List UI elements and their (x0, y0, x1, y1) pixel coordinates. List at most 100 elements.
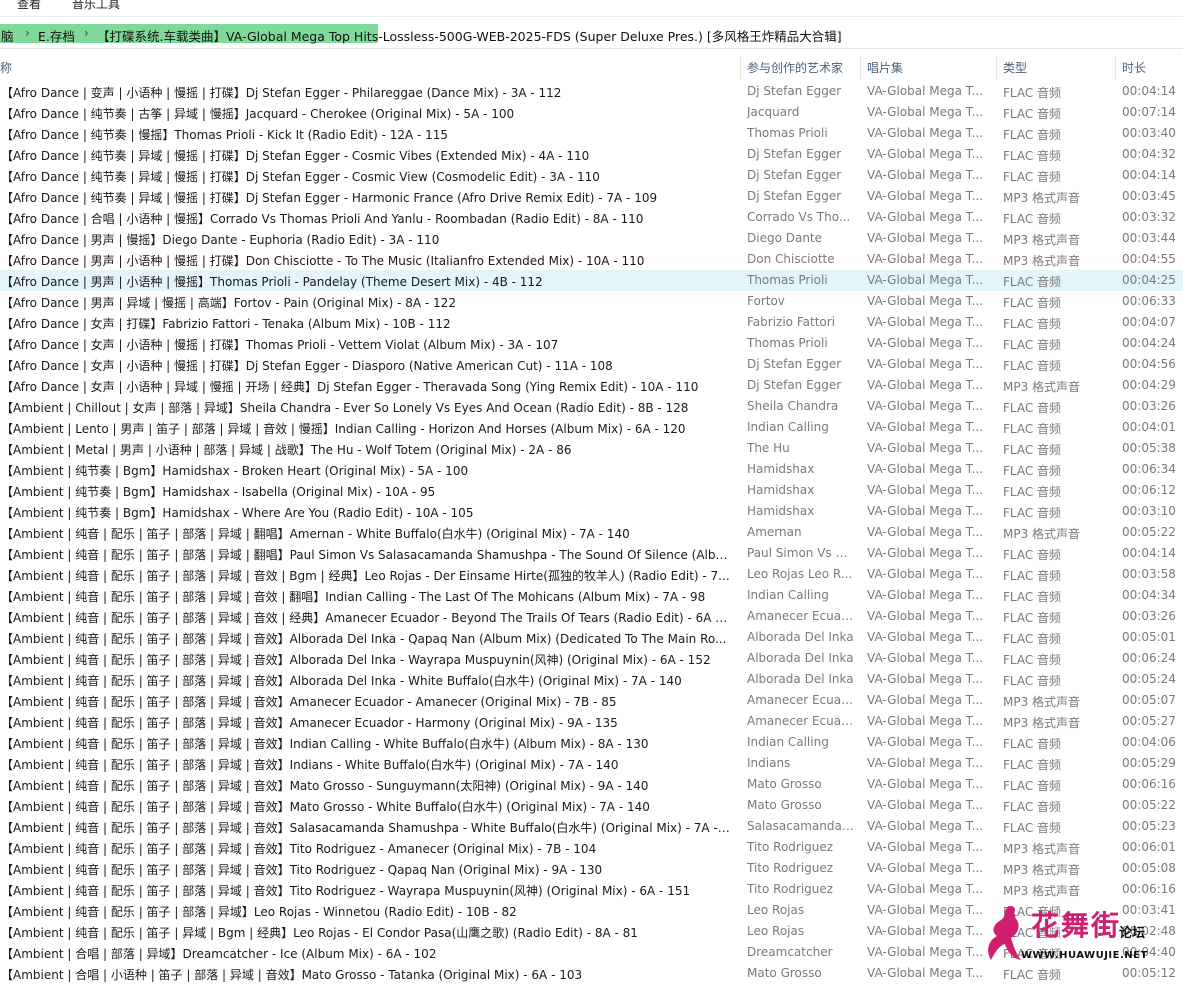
file-row[interactable]: 【Ambient | 纯节奏 | Bgm】Hamidshax - Isabell… (0, 480, 1183, 501)
watermark-title: 花舞街 (1031, 909, 1122, 942)
file-row[interactable]: 【Ambient | 纯节奏 | Bgm】Hamidshax - Broken … (0, 459, 1183, 480)
file-duration: 00:04:34 (1122, 588, 1176, 602)
file-row[interactable]: 【Ambient | Lento | 男声 | 笛子 | 部落 | 异域 | 音… (0, 417, 1183, 438)
file-type: FLAC 音频 (1003, 128, 1062, 142)
file-name: 【Ambient | 纯音 | 配乐 | 笛子 | 部落 | 异域 | 音效】M… (1, 800, 650, 814)
file-row[interactable]: 【Afro Dance | 女声 | 打碟】Fabrizio Fattori -… (0, 312, 1183, 333)
file-name: 【Ambient | Chillout | 女声 | 部落 | 异域】Sheil… (1, 401, 689, 415)
file-artist: Mato Grosso (747, 777, 822, 791)
file-type: FLAC 音频 (1003, 170, 1062, 184)
breadcrumb-item-drive[interactable]: E.存档 (38, 26, 75, 45)
file-row[interactable]: 【Ambient | Chillout | 女声 | 部落 | 异域】Sheil… (0, 396, 1183, 417)
file-type: FLAC 音频 (1003, 107, 1062, 121)
file-row[interactable]: 【Ambient | Metal | 男声 | 小语种 | 部落 | 异域 | … (0, 438, 1183, 459)
file-type: FLAC 音频 (1003, 485, 1062, 499)
file-row[interactable]: 【Ambient | 纯音 | 配乐 | 笛子 | 部落 | 异域 | 音效】I… (0, 753, 1183, 774)
file-name: 【Ambient | 纯音 | 配乐 | 笛子 | 部落 | 异域 | 音效】A… (1, 716, 618, 730)
file-row[interactable]: 【Afro Dance | 男声 | 慢摇】Diego Dante - Euph… (0, 228, 1183, 249)
breadcrumb-item-computer[interactable]: 脑 (1, 26, 14, 45)
file-artist: Alborada Del Inka (747, 651, 854, 665)
file-album: VA-Global Mega T... (867, 609, 984, 623)
file-row[interactable]: 【Ambient | 纯音 | 配乐 | 笛子 | 部落 | 异域 | 音效】I… (0, 732, 1183, 753)
column-divider[interactable] (860, 56, 861, 80)
file-row[interactable]: 【Ambient | 纯音 | 配乐 | 笛子 | 部落 | 异域 | 音效】T… (0, 837, 1183, 858)
breadcrumb-separator[interactable]: › (25, 26, 30, 40)
file-type: FLAC 音频 (1003, 296, 1062, 310)
file-duration: 00:05:24 (1122, 672, 1176, 686)
file-type: FLAC 音频 (1003, 212, 1062, 226)
column-header-artist[interactable]: 参与创作的艺术家 (747, 59, 843, 76)
menu-music-tools[interactable]: 音乐工具 (72, 0, 120, 12)
file-row[interactable]: 【Ambient | 纯音 | 配乐 | 笛子 | 部落 | 异域 | 音效】A… (0, 669, 1183, 690)
file-row[interactable]: 【Afro Dance | 合唱 | 小语种 | 慢摇】Corrado Vs T… (0, 207, 1183, 228)
file-row[interactable]: 【Ambient | 纯音 | 配乐 | 笛子 | 部落 | 异域 | 音效】S… (0, 816, 1183, 837)
file-type: FLAC 音频 (1003, 737, 1062, 751)
file-album: VA-Global Mega T... (867, 588, 984, 602)
file-album: VA-Global Mega T... (867, 84, 984, 98)
file-duration: 00:05:22 (1122, 525, 1176, 539)
breadcrumb-separator[interactable]: › (84, 26, 89, 40)
file-row[interactable]: 【Ambient | 纯音 | 配乐 | 笛子 | 部落 | 异域 | 音效 |… (0, 606, 1183, 627)
file-row[interactable]: 【Afro Dance | 变声 | 小语种 | 慢摇 | 打碟】Dj Stef… (0, 81, 1183, 102)
column-divider[interactable] (1115, 56, 1116, 80)
file-row[interactable]: 【Afro Dance | 纯节奏 | 古筝 | 异域 | 慢摇】Jacquar… (0, 102, 1183, 123)
file-name: 【Ambient | 纯音 | 配乐 | 笛子 | 部落 | 异域 | 音效 |… (1, 611, 731, 625)
file-type: MP3 格式声音 (1003, 527, 1081, 541)
file-row[interactable]: 【Afro Dance | 纯节奏 | 慢摇】Thomas Prioli - K… (0, 123, 1183, 144)
file-name: 【Ambient | 纯音 | 配乐 | 笛子 | 部落 | 异域 | 音效】A… (1, 695, 617, 709)
address-bar[interactable]: 脑 › E.存档 › 【打碟系统.车载类曲】VA-Global Mega Top… (0, 20, 1183, 49)
file-row[interactable]: 【Afro Dance | 女声 | 小语种 | 慢摇 | 打碟】Thomas … (0, 333, 1183, 354)
file-album: VA-Global Mega T... (867, 336, 984, 350)
file-row[interactable]: 【Ambient | 纯音 | 配乐 | 笛子 | 部落 | 异域 | 音效】M… (0, 795, 1183, 816)
file-row[interactable]: 【Ambient | 纯音 | 配乐 | 笛子 | 部落 | 异域 | 音效】M… (0, 774, 1183, 795)
file-row[interactable]: 【Afro Dance | 女声 | 小语种 | 慢摇 | 打碟】Dj Stef… (0, 354, 1183, 375)
column-header-duration[interactable]: 时长 (1122, 59, 1146, 76)
file-row[interactable]: 【Ambient | 纯音 | 配乐 | 笛子 | 部落 | 异域 | 音效 |… (0, 564, 1183, 585)
file-row[interactable]: 【Ambient | 纯音 | 配乐 | 笛子 | 部落 | 异域 | 音效】A… (0, 711, 1183, 732)
file-name: 【Ambient | 纯节奏 | Bgm】Hamidshax - Broken … (1, 464, 469, 478)
file-name: 【Ambient | 合唱 | 小语种 | 笛子 | 部落 | 异域 | 音效】… (1, 968, 583, 982)
file-name: 【Ambient | 纯音 | 配乐 | 笛子 | 部落 | 异域 | 音效】T… (1, 884, 691, 898)
file-row[interactable]: 【Ambient | 纯音 | 配乐 | 笛子 | 部落 | 异域 | 翻唱】P… (0, 543, 1183, 564)
file-row[interactable]: 【Afro Dance | 男声 | 异域 | 慢摇 | 高端】Fortov -… (0, 291, 1183, 312)
column-divider[interactable] (740, 56, 741, 80)
column-header-type[interactable]: 类型 (1003, 59, 1027, 76)
file-album: VA-Global Mega T... (867, 147, 984, 161)
file-row[interactable]: 【Afro Dance | 女声 | 小语种 | 异域 | 慢摇 | 开场 | … (0, 375, 1183, 396)
menu-view[interactable]: 查看 (17, 0, 41, 12)
file-row[interactable]: 【Ambient | 纯音 | 配乐 | 笛子 | 部落 | 异域 | 音效 |… (0, 585, 1183, 606)
file-duration: 00:04:29 (1122, 378, 1176, 392)
file-type: FLAC 音频 (1003, 464, 1062, 478)
file-row[interactable]: 【Ambient | 纯音 | 配乐 | 笛子 | 部落 | 异域 | 音效】T… (0, 858, 1183, 879)
file-duration: 00:04:56 (1122, 357, 1176, 371)
file-type: MP3 格式声音 (1003, 233, 1081, 247)
column-divider[interactable] (996, 56, 997, 80)
file-row[interactable]: 【Ambient | 纯音 | 配乐 | 笛子 | 部落 | 异域 | 翻唱】A… (0, 522, 1183, 543)
file-album: VA-Global Mega T... (867, 756, 984, 770)
file-artist: Jacquard (747, 105, 800, 119)
file-row[interactable]: 【Ambient | 纯音 | 配乐 | 笛子 | 部落 | 异域 | 音效】A… (0, 627, 1183, 648)
file-album: VA-Global Mega T... (867, 210, 984, 224)
file-row[interactable]: 【Ambient | 纯音 | 配乐 | 笛子 | 部落 | 异域 | 音效】A… (0, 648, 1183, 669)
file-type: FLAC 音频 (1003, 338, 1062, 352)
file-duration: 00:06:33 (1122, 294, 1176, 308)
file-name: 【Ambient | 纯音 | 配乐 | 笛子 | 部落 | 异域 | 翻唱】P… (1, 548, 731, 562)
file-duration: 00:03:45 (1122, 189, 1176, 203)
file-row[interactable]: 【Afro Dance | 男声 | 小语种 | 慢摇】Thomas Priol… (0, 270, 1183, 291)
file-album: VA-Global Mega T... (867, 525, 984, 539)
file-duration: 00:05:08 (1122, 861, 1176, 875)
breadcrumb-item-folder[interactable]: 【打碟系统.车载类曲】VA-Global Mega Top Hits-Lossl… (97, 26, 842, 45)
file-row[interactable]: 【Ambient | 纯音 | 配乐 | 笛子 | 部落 | 异域 | 音效】A… (0, 690, 1183, 711)
file-name: 【Ambient | 纯音 | 配乐 | 笛子 | 部落 | 异域 | 音效】A… (1, 653, 711, 667)
file-row[interactable]: 【Ambient | 纯音 | 配乐 | 笛子 | 部落 | 异域 | 音效】T… (0, 879, 1183, 900)
file-row[interactable]: 【Afro Dance | 男声 | 小语种 | 慢摇 | 打碟】Don Chi… (0, 249, 1183, 270)
file-row[interactable]: 【Afro Dance | 纯节奏 | 异域 | 慢摇 | 打碟】Dj Stef… (0, 165, 1183, 186)
column-header-album[interactable]: 唱片集 (867, 59, 903, 76)
file-album: VA-Global Mega T... (867, 105, 984, 119)
file-row[interactable]: 【Ambient | 纯节奏 | Bgm】Hamidshax - Where A… (0, 501, 1183, 522)
breadcrumb-chevron-icon[interactable]: › (812, 26, 817, 40)
file-row[interactable]: 【Afro Dance | 纯节奏 | 异域 | 慢摇 | 打碟】Dj Stef… (0, 144, 1183, 165)
column-header-name[interactable]: 称 (0, 59, 12, 76)
file-type: FLAC 音频 (1003, 317, 1062, 331)
file-row[interactable]: 【Afro Dance | 纯节奏 | 异域 | 慢摇 | 打碟】Dj Stef… (0, 186, 1183, 207)
